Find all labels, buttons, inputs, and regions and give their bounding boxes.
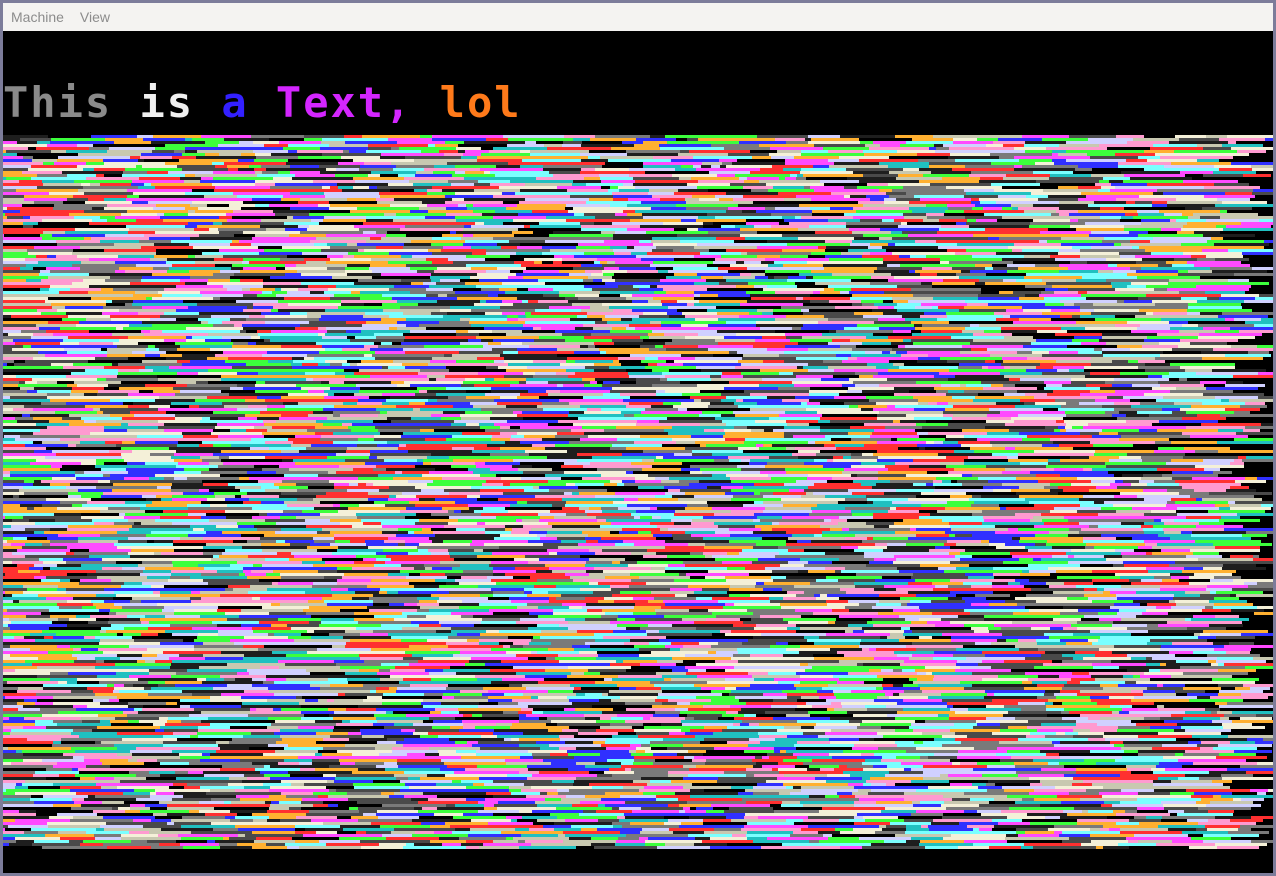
screen-text-segment: is [139, 77, 195, 127]
screen-text-segment: a [221, 77, 249, 127]
emulator-window: Machine View This is a Text, lol [0, 0, 1276, 876]
screen-text-segment [194, 78, 221, 127]
screen-text-segment: lol [439, 77, 522, 127]
screen-text-segment [412, 78, 439, 127]
menu-machine[interactable]: Machine [9, 9, 72, 25]
screen-text-segment [249, 78, 276, 127]
garbled-video-output [3, 135, 1273, 849]
menu-bar: Machine View [3, 3, 1273, 32]
menu-view[interactable]: View [78, 9, 118, 25]
screen-text-segment [112, 78, 139, 127]
screen-text-line: This is a Text, lol [3, 78, 522, 127]
screen-text-segment: Text, [275, 77, 413, 127]
emulator-screen[interactable]: This is a Text, lol [3, 31, 1273, 873]
screen-text-segment: This [3, 77, 113, 127]
